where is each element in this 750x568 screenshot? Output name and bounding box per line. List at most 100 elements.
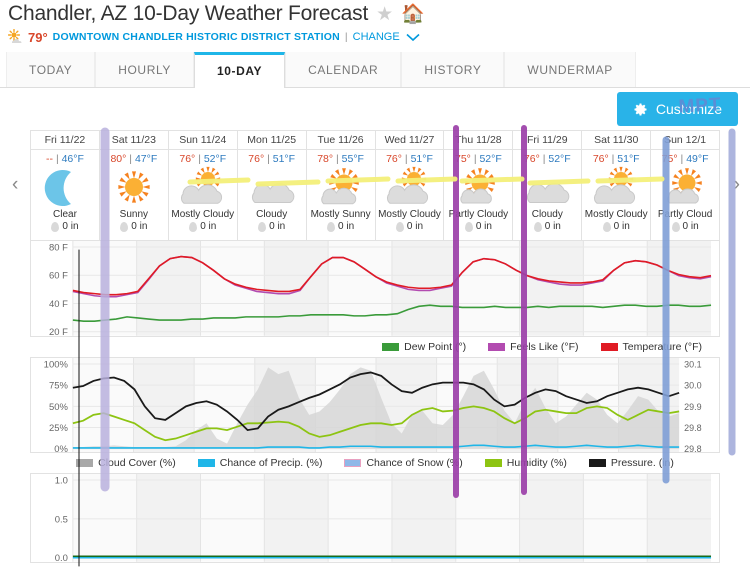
day-precip: 0 in	[602, 221, 630, 232]
separator: |	[344, 31, 348, 43]
day-condition: Cloudy	[256, 209, 288, 220]
day-condition: Mostly Cloudy	[378, 209, 441, 220]
legend-cloud-cover[interactable]: Cloud Cover (%)	[76, 457, 176, 469]
cloud-humidity-pressure-chart[interactable]: 100% 75% 50% 25% 0% 30.1 30.0 29.9 29.8 29.8	[30, 356, 720, 454]
tab-history[interactable]: HISTORY	[401, 52, 505, 87]
current-temperature: 79°	[28, 29, 48, 45]
humidity-label: Humidity (%)	[506, 457, 567, 470]
chevron-down-icon[interactable]	[406, 30, 420, 45]
feels-like-label: Feels Like (°F)	[510, 340, 579, 353]
day-precip-value: 0 in	[269, 221, 286, 232]
legend-pressure[interactable]: Pressure. (in)	[588, 457, 674, 470]
day-temps: 76° | 52°F	[179, 153, 226, 165]
tab-today[interactable]: TODAY	[6, 52, 96, 87]
sun-icon	[106, 166, 162, 208]
prev-days-button[interactable]: ‹	[12, 174, 18, 196]
tab-hourly[interactable]: HOURLY	[95, 52, 194, 87]
tabs-filler	[635, 52, 750, 87]
station-name[interactable]: DOWNTOWN CHANDLER HISTORIC DISTRICT STAT…	[53, 31, 340, 43]
water-drop-icon	[395, 221, 404, 232]
chance-snow-swatch	[344, 459, 362, 468]
day-condition: Sunny	[119, 209, 149, 220]
change-location-link[interactable]: CHANGE	[353, 31, 400, 43]
svg-text:0%: 0%	[54, 444, 68, 452]
forecast-day-cell[interactable]: Thu 11/28 75° | 52°F Partly Cloudy 0 in	[444, 131, 514, 240]
day-divider	[375, 149, 444, 150]
svg-text:100%: 100%	[44, 359, 69, 370]
day-high: 80°	[110, 153, 127, 165]
forecast-day-cell[interactable]: Fri 11/22 -- | 46°F Clear 0 in	[31, 131, 100, 240]
forecast-day-cell[interactable]: Wed 11/27 76° | 51°F Mostly Cloudy 0 in	[375, 131, 445, 240]
pressure-label: Pressure. (in)	[610, 457, 674, 470]
forecast-day-cell[interactable]: Sat 11/23 80° | 47°F Sunny 0 in	[99, 131, 169, 240]
day-high: 76°	[386, 153, 402, 165]
day-temps: 75° | 49°F	[662, 153, 709, 165]
day-temps: 80° | 47°F	[110, 153, 157, 165]
tab-calendar[interactable]: CALENDAR	[285, 52, 402, 87]
temperature-chart[interactable]: 80 F 60 F 40 F 20 F	[30, 240, 720, 337]
day-name: Thu 11/28	[455, 134, 502, 146]
temperature-legend: Dew Point (°) Feels Like (°F) Temperatur…	[30, 336, 720, 357]
legend-dew-point[interactable]: Dew Point (°)	[382, 341, 466, 353]
day-temps: 76° | 51°F	[386, 153, 433, 165]
legend-temperature[interactable]: Temperature (°F)	[600, 340, 702, 353]
temperature-plot: 80 F 60 F 40 F 20 F	[49, 241, 712, 336]
star-icon[interactable]: ★	[376, 5, 393, 24]
day-low: 51°F	[410, 153, 433, 165]
title-row: Chandler, AZ 10-Day Weather Forecast ★ 🏠	[8, 2, 750, 26]
day-temps: 76° | 52°F	[524, 153, 571, 165]
legend-feels-like[interactable]: Feels Like (°F)	[488, 340, 579, 353]
day-temps: 78° | 55°F	[317, 153, 364, 165]
day-divider	[651, 149, 720, 150]
day-low: 46°F	[61, 153, 84, 165]
cloud-cover-label: Cloud Cover (%)	[98, 457, 176, 470]
chance-snow-label: Chance of Snow (%)	[366, 457, 463, 470]
next-days-button[interactable]: ›	[734, 174, 740, 196]
day-precip: 0 in	[120, 221, 147, 232]
water-drop-icon	[189, 221, 198, 232]
mostly-cloudy-icon	[381, 166, 437, 208]
gear-icon	[633, 102, 648, 117]
svg-text:0.0: 0.0	[55, 554, 68, 562]
chance-precip-label: Chance of Precip. (%)	[219, 457, 323, 470]
day-precip-value: 0 in	[682, 221, 699, 232]
forecast-day-cell[interactable]: Sun 12/1 75° | 49°F Partly Cloud 0 in	[651, 131, 720, 240]
svg-text:40 F: 40 F	[49, 299, 68, 310]
day-divider	[168, 149, 237, 150]
forecast-day-cell[interactable]: Sat 11/30 76° | 51°F Mostly Cloudy 0 in	[582, 131, 652, 240]
cloud-plot: 100% 75% 50% 25% 0% 30.1 30.0 29.9 29.8 29.8	[44, 357, 702, 453]
precipitation-chart[interactable]: 1.0 0.5 0.0	[30, 473, 720, 564]
tab-10-day[interactable]: 10-DAY	[193, 52, 286, 88]
svg-text:0.5: 0.5	[55, 515, 68, 526]
customize-button[interactable]: Customize	[616, 92, 738, 126]
svg-text:1.0: 1.0	[55, 476, 68, 487]
day-condition: Mostly Sunny	[310, 209, 371, 220]
customize-label: Customize	[655, 101, 722, 117]
day-condition: Partly Cloud	[657, 209, 713, 220]
day-condition: Mostly Cloudy	[171, 209, 235, 220]
home-icon[interactable]: 🏠	[401, 5, 425, 24]
day-high: 76°	[179, 153, 196, 165]
forecast-day-cell[interactable]: Mon 11/25 76° | 51°F Cloudy 0 in	[237, 131, 307, 240]
day-high: 76°	[248, 153, 265, 165]
mostly-sunny-icon	[313, 166, 369, 208]
svg-text:75%: 75%	[49, 380, 69, 391]
tab-wundermap[interactable]: WUNDERMAP	[504, 52, 636, 87]
day-precip: 0 in	[671, 221, 699, 232]
day-precip: 0 in	[464, 221, 492, 232]
precip-plot: 1.0 0.5 0.0	[55, 474, 712, 563]
main-tabs: TODAY HOURLY 10-DAY CALENDAR HISTORY WUN…	[0, 52, 750, 88]
day-high: 76°	[592, 153, 609, 165]
legend-chance-snow[interactable]: Chance of Snow (%)	[344, 457, 463, 470]
forecast-day-cell[interactable]: Tue 11/26 78° | 55°F Mostly Sunny 0 in	[306, 131, 376, 240]
day-divider	[237, 149, 306, 150]
legend-humidity[interactable]: Humidity (%)	[484, 457, 567, 470]
day-name: Tue 11/26	[317, 134, 364, 146]
day-condition: Cloudy	[531, 209, 563, 220]
legend-chance-precip[interactable]: Chance of Precip. (%)	[197, 457, 323, 470]
forecast-days: Fri 11/22 -- | 46°F Clear 0 in Sat 11/23…	[30, 130, 720, 240]
temperature-label: Temperature (°F)	[622, 340, 702, 353]
forecast-day-cell[interactable]: Sun 11/24 76° | 52°F Mostly Cloudy 0 in	[168, 131, 238, 240]
svg-text:50%: 50%	[49, 402, 69, 413]
forecast-day-cell[interactable]: Fri 11/29 76° | 52°F Cloudy 0 in	[513, 131, 583, 240]
